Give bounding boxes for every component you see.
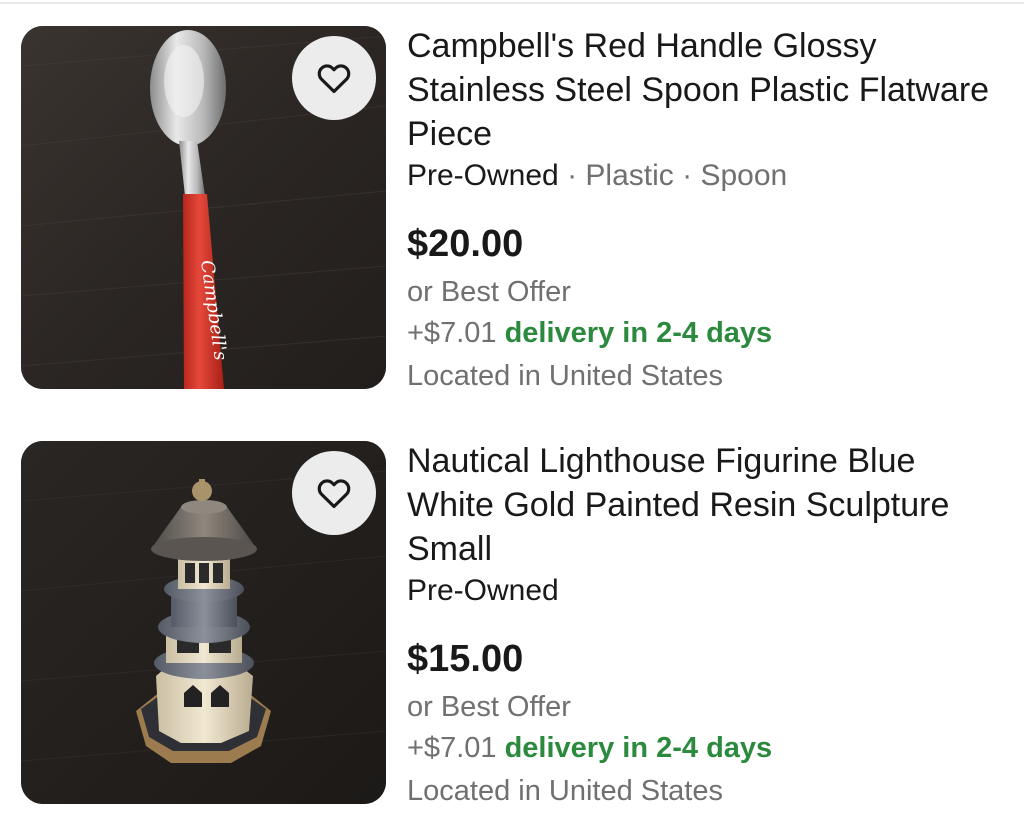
watch-button[interactable] xyxy=(292,36,376,120)
separator: · xyxy=(558,159,586,192)
condition: Pre-Owned xyxy=(407,574,559,607)
watch-button[interactable] xyxy=(292,451,376,535)
condition: Pre-Owned xyxy=(407,159,559,192)
delivery-info: +$7.01 delivery in 2-4 days xyxy=(407,727,1007,769)
best-offer-label: or Best Offer xyxy=(407,691,571,723)
listing-price: $15.00 xyxy=(407,638,524,680)
listing-info: Nautical Lighthouse Figurine Blue White … xyxy=(407,437,1007,813)
listing-title[interactable]: Campbell's Red Handle Glossy Stainless S… xyxy=(407,24,1007,156)
listing-subtitle: Pre-Owned xyxy=(407,571,1007,611)
item-location: Located in United States xyxy=(407,775,723,807)
listing-title[interactable]: Nautical Lighthouse Figurine Blue White … xyxy=(407,439,1007,571)
listing-card[interactable]: Nautical Lighthouse Figurine Blue White … xyxy=(0,437,1024,817)
listing-subtitle: Pre-Owned · Plastic · Spoon xyxy=(407,156,1007,196)
listing-info: Campbell's Red Handle Glossy Stainless S… xyxy=(407,22,1007,398)
shipping-cost: +$7.01 xyxy=(407,732,497,764)
delivery-estimate: delivery in 2-4 days xyxy=(504,317,773,349)
heart-icon xyxy=(317,64,351,94)
shipping-cost: +$7.01 xyxy=(407,317,497,349)
listing-card[interactable]: Campbell's Campbell's Red Handle Glossy … xyxy=(0,22,1024,402)
listing-price: $20.00 xyxy=(407,223,524,265)
item-location: Located in United States xyxy=(407,360,723,392)
delivery-info: +$7.01 delivery in 2-4 days xyxy=(407,312,1007,354)
delivery-estimate: delivery in 2-4 days xyxy=(504,732,773,764)
material: Plastic xyxy=(585,159,674,192)
heart-icon xyxy=(317,479,351,509)
separator: · xyxy=(673,159,701,192)
top-divider xyxy=(0,2,1024,4)
item-type: Spoon xyxy=(700,159,788,192)
best-offer-label: or Best Offer xyxy=(407,276,571,308)
